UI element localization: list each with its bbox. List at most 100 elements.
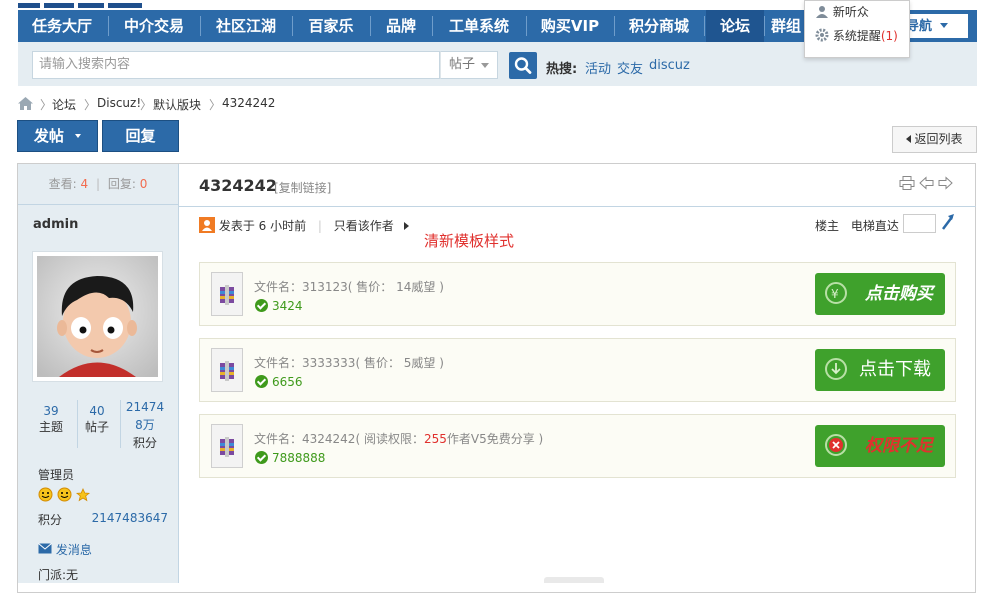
archive-file-icon [211, 424, 243, 468]
print-icon[interactable] [899, 176, 915, 190]
nav-item-trade[interactable]: 中介交易 [110, 10, 198, 42]
new-post-button[interactable]: 发帖 [17, 120, 98, 152]
stat-topics[interactable]: 39 主题 [34, 404, 68, 435]
rank-icons [38, 487, 90, 505]
stat-label: 积分 [132, 436, 157, 450]
download-count-value: 6656 [272, 375, 303, 389]
download-count-value: 7888888 [272, 451, 326, 465]
dropdown-item-reminders[interactable]: 系统提醒(1) [815, 27, 898, 44]
arrow-left-icon[interactable] [919, 176, 934, 190]
views-label: 查看: [48, 177, 77, 191]
thread-title: 4324242 [199, 176, 277, 195]
check-circle-icon [255, 375, 268, 388]
stat-points[interactable]: 214748万 积分 [123, 398, 167, 452]
hot-link-discuz[interactable]: discuz [649, 58, 690, 73]
author-name[interactable]: admin [33, 217, 78, 232]
floor-jump-input[interactable] [903, 214, 936, 233]
download-button[interactable]: 点击下载 [815, 349, 945, 391]
yen-icon: ¥ [825, 282, 847, 304]
arrow-right-icon[interactable] [938, 176, 953, 190]
attachment-card: 文件名：313123( 售价： 14威望 ) 3424 ¥ 点击购买 [199, 262, 956, 326]
attachment-card: 文件名：4324242( 阅读权限：255作者V5免费分享 ) 7888888 … [199, 414, 956, 478]
archive-file-icon [211, 272, 243, 316]
breadcrumb-separator: 〉 [140, 98, 153, 112]
template-annotation: 清新模板样式 [424, 232, 515, 250]
envelope-icon [38, 543, 52, 554]
views-count: 4 [80, 177, 89, 191]
replies-label: 回复: [107, 177, 136, 191]
dropdown-item-label: 系统提醒 [832, 29, 881, 43]
search-button[interactable] [509, 52, 537, 79]
smile-icon [57, 487, 72, 502]
attachment-card: 文件名：3333333( 售价： 5威望 ) 6656 点击下载 [199, 338, 956, 402]
nav-item-tasks[interactable]: 任务大厅 [18, 10, 106, 42]
breadcrumb-separator: 〉 [209, 98, 222, 112]
user-dropdown: 新听众 系统提醒(1) [804, 0, 910, 58]
breadcrumb-forum[interactable]: 论坛 [52, 96, 76, 113]
stat-posts[interactable]: 40 帖子 [82, 404, 112, 435]
replies-count: 0 [139, 177, 148, 191]
download-count-value: 3424 [272, 299, 303, 313]
caret-right-icon [403, 222, 409, 230]
back-label: 返回列表 [914, 132, 963, 146]
user-group[interactable]: 管理员 [38, 466, 74, 483]
nav-item-forum[interactable]: 论坛 [706, 10, 764, 42]
floor-jump-label: 电梯直达 [850, 219, 899, 233]
filename-prefix: 文件名：4324242( 阅读权限： [254, 432, 424, 446]
archive-file-icon [211, 348, 243, 392]
home-icon[interactable] [18, 97, 33, 110]
only-author-link[interactable]: 只看该作者 [334, 219, 394, 233]
copy-link[interactable]: [复制链接] [274, 179, 331, 196]
avatar[interactable] [32, 251, 163, 382]
back-to-list-button[interactable]: 返回列表 [892, 126, 977, 153]
reply-button[interactable]: 回复 [102, 120, 179, 152]
nav-item-community[interactable]: 社区江湖 [202, 10, 290, 42]
floor-owner-label: 楼主 [815, 219, 840, 233]
points-label: 积分 [38, 513, 63, 527]
hot-link-friends[interactable]: 交友 [617, 58, 643, 77]
check-circle-icon [255, 451, 268, 464]
post-tools [899, 176, 953, 193]
stat-label: 帖子 [84, 420, 109, 434]
buy-button[interactable]: ¥ 点击购买 [815, 273, 945, 315]
points-row: 积分 2147483647 [38, 511, 168, 528]
go-arrow-icon[interactable] [940, 213, 956, 231]
nav-item-brand[interactable]: 品牌 [372, 10, 430, 42]
floor-info: 楼主 电梯直达 [815, 217, 899, 234]
reminder-count: (1) [880, 29, 898, 43]
stat-value: 39 [43, 404, 59, 418]
download-count: 3424 [255, 299, 303, 313]
nav-item-baijiale[interactable]: 百家乐 [294, 10, 368, 42]
dropdown-item-listeners[interactable]: 新听众 [815, 3, 869, 20]
nav-item-groups[interactable]: 群组 [766, 10, 806, 42]
star-icon [75, 488, 90, 502]
chevron-down-icon [75, 134, 82, 138]
check-circle-icon [255, 299, 268, 312]
faction: 门派:无 [38, 568, 79, 582]
no-permission-button[interactable]: 权限不足 [815, 425, 945, 467]
hot-link-activity[interactable]: 活动 [585, 58, 611, 77]
nav-item-tickets[interactable]: 工单系统 [434, 10, 524, 42]
breadcrumb-discuz[interactable]: Discuz! [97, 96, 141, 110]
breadcrumb-separator: 〉 [84, 98, 97, 112]
nav-item-shop[interactable]: 积分商城 [616, 10, 702, 42]
breadcrumb-separator: 〉 [40, 98, 53, 112]
stat-value: 214748万 [125, 400, 165, 432]
caret-left-icon [906, 135, 912, 143]
chevron-down-icon [939, 23, 948, 28]
attachment-filename: 文件名：4324242( 阅读权限：255作者V5免费分享 ) [254, 430, 543, 447]
user-icon [816, 6, 828, 18]
scroll-nub [544, 577, 604, 583]
search-type-select[interactable]: 帖子 [440, 51, 498, 79]
send-message-link[interactable]: 发消息 [38, 541, 92, 558]
nav-menu-button[interactable]: 导航 [903, 13, 969, 39]
download-count: 7888888 [255, 451, 325, 465]
search-input[interactable]: 请输入搜索内容 [32, 51, 440, 79]
post-time: 发表于 6 小时前 [218, 219, 307, 233]
close-icon [825, 434, 847, 456]
download-label: 点击下载 [859, 359, 931, 380]
breadcrumb-board[interactable]: 默认版块 [153, 96, 201, 113]
points-value: 2147483647 [91, 511, 168, 525]
nav-item-vip[interactable]: 购买VIP [528, 10, 612, 42]
download-count: 6656 [255, 375, 303, 389]
